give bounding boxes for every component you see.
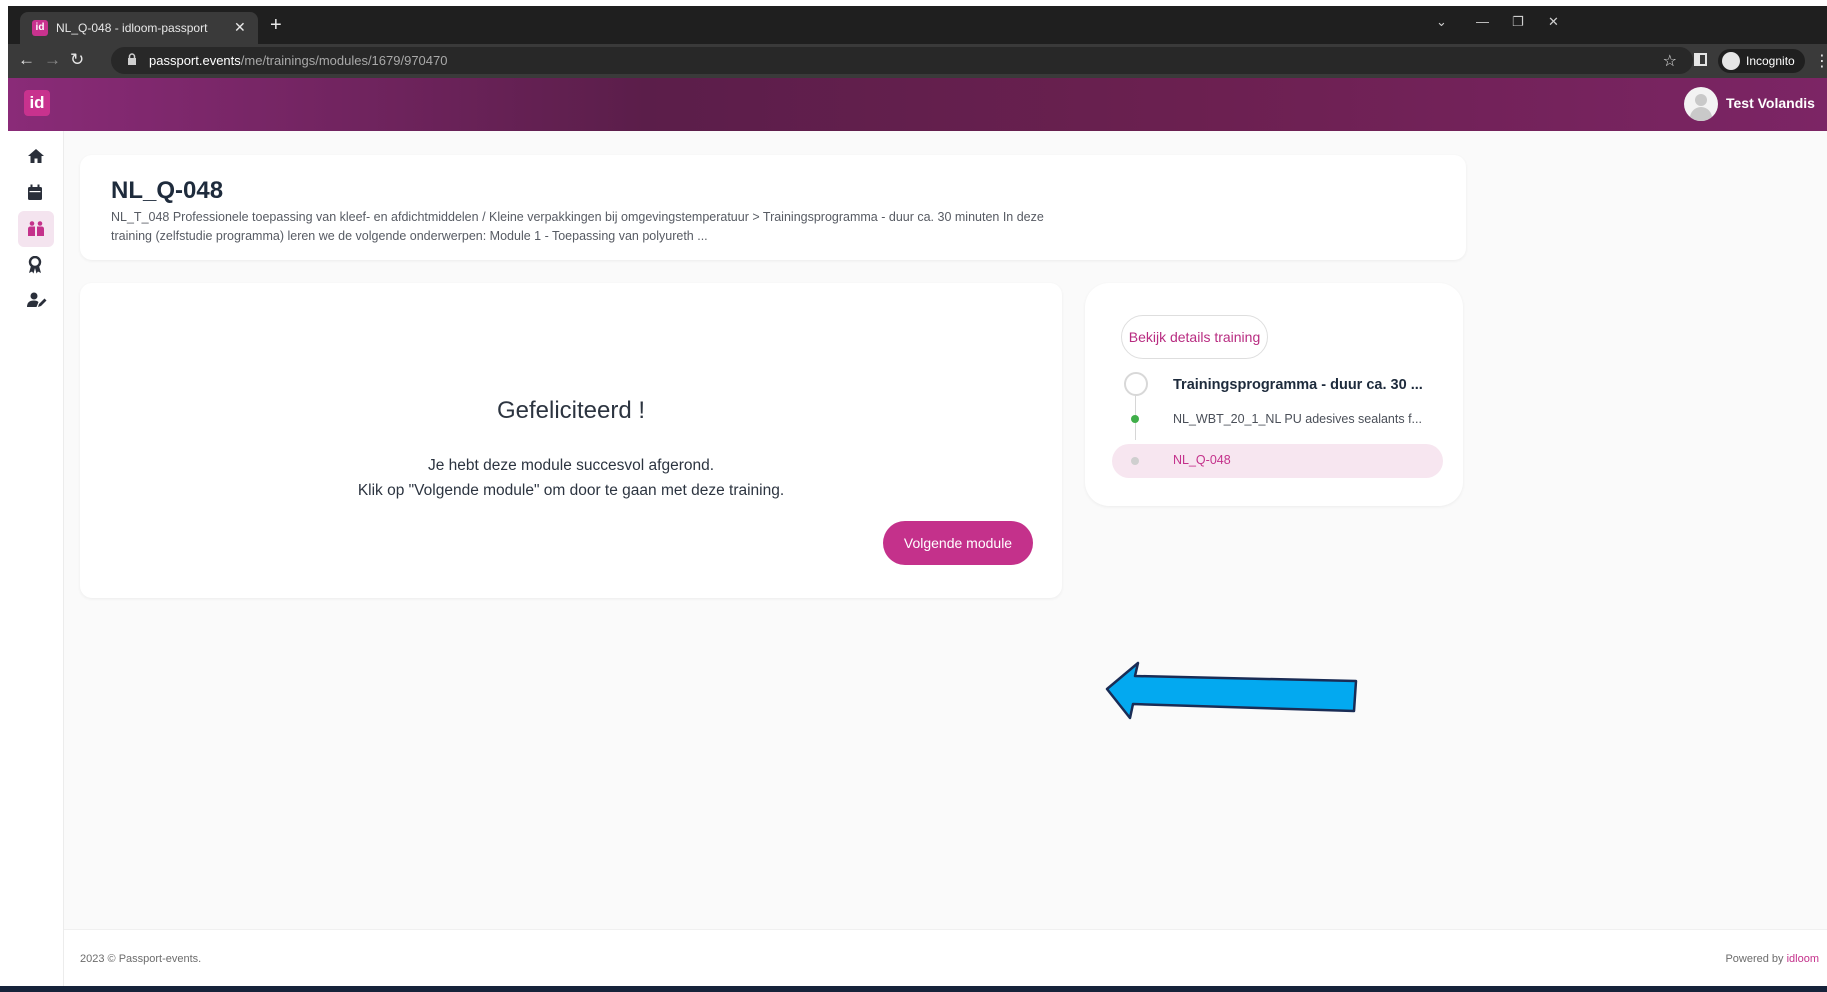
browser-menu-icon[interactable]: ⋮ (1814, 51, 1827, 71)
view-training-details-button[interactable]: Bekijk details training (1121, 315, 1268, 359)
tab-search-icon[interactable]: ⌄ (1436, 14, 1447, 30)
browser-tab[interactable]: id NL_Q-048 - idloom-passport ✕ (20, 12, 258, 44)
powered-by-link[interactable]: idloom (1787, 953, 1819, 965)
bookmark-star-icon[interactable]: ☆ (1663, 51, 1677, 71)
powered-by: Powered by idloom (1725, 953, 1819, 965)
copyright: 2023 © Passport-events. (80, 953, 202, 965)
current-dot-icon (1131, 457, 1139, 465)
module-completion-card: Gefeliciteerd ! Je hebt deze module succ… (80, 283, 1062, 598)
lock-icon (128, 53, 136, 65)
next-module-button[interactable]: Volgende module (883, 521, 1033, 565)
close-tab-icon[interactable]: ✕ (234, 19, 246, 36)
home-icon (28, 149, 44, 163)
avatar-head (1695, 94, 1707, 106)
annotation-arrow-icon (1105, 661, 1358, 720)
page-description: NL_T_048 Professionele toepassing van kl… (111, 210, 1044, 243)
url-path: /me/trainings/modules/1679/970470 (240, 53, 448, 68)
sidebar-item-profile[interactable] (18, 283, 54, 319)
current-module-highlight[interactable] (1112, 444, 1443, 478)
training-progress-card: Bekijk details training Trainingsprogram… (1085, 283, 1463, 506)
calendar-icon (28, 184, 42, 200)
restore-icon[interactable]: ❐ (1512, 14, 1524, 30)
url-text: passport.events/me/trainings/modules/167… (149, 53, 447, 68)
sidebar-item-calendar[interactable] (18, 175, 54, 211)
reload-icon[interactable]: ↻ (70, 51, 84, 69)
incognito-icon (1722, 52, 1740, 70)
favicon-icon: id (32, 20, 48, 36)
address-bar[interactable]: passport.events/me/trainings/modules/167… (111, 47, 1693, 74)
screen: id NL_Q-048 - idloom-passport ✕ + ⌄ — ❐ … (0, 0, 1827, 992)
browser-toolbar: ← → ↻ passport.events/me/trainings/modul… (8, 44, 1827, 78)
main-content: NL_Q-048 NL_T_048 Professionele toepassi… (64, 131, 1827, 929)
powered-by-label: Powered by (1725, 953, 1784, 965)
side-panel-icon[interactable] (1694, 53, 1707, 66)
completion-message: Je hebt deze module succesvol afgerond. (427, 457, 715, 474)
footer: 2023 © Passport-events. Powered by idloo… (64, 929, 1827, 986)
app-logo[interactable]: id (24, 90, 50, 116)
user-name[interactable]: Test Volandis (1726, 95, 1815, 111)
taskbar-edge (0, 986, 1827, 992)
next-instruction: Klik op "Volgende module" om door te gaa… (357, 482, 785, 499)
program-status-icon (1124, 372, 1148, 396)
training-icon (28, 221, 44, 236)
award-icon (28, 256, 42, 274)
back-icon[interactable]: ← (18, 51, 35, 69)
avatar-body (1690, 107, 1712, 121)
avatar[interactable] (1684, 87, 1718, 121)
forward-icon[interactable]: → (44, 51, 61, 69)
tab-title: NL_Q-048 - idloom-passport (56, 21, 208, 35)
sidebar-item-home[interactable] (18, 139, 54, 175)
url-host: passport.events (149, 53, 241, 68)
module-item-current[interactable]: NL_Q-048 (1173, 453, 1231, 467)
app-header: id Test Volandis (8, 78, 1827, 131)
minimize-icon[interactable]: — (1476, 14, 1489, 29)
sidebar-item-trainings[interactable] (18, 211, 54, 247)
close-window-icon[interactable]: ✕ (1548, 14, 1559, 30)
incognito-badge[interactable]: Incognito (1718, 49, 1805, 73)
congrats-heading: Gefeliciteerd ! (496, 397, 646, 424)
sidebar (8, 131, 64, 986)
module-item-completed[interactable]: NL_WBT_20_1_NL PU adesives sealants f... (1173, 412, 1422, 426)
user-edit-icon (27, 292, 47, 307)
incognito-label: Incognito (1746, 54, 1795, 68)
training-header-card: NL_Q-048 NL_T_048 Professionele toepassi… (80, 155, 1466, 260)
completed-dot-icon (1131, 415, 1139, 423)
program-title[interactable]: Trainingsprogramma - duur ca. 30 ... (1173, 377, 1423, 393)
browser-tab-bar: id NL_Q-048 - idloom-passport ✕ + ⌄ — ❐ … (8, 6, 1827, 44)
new-tab-icon[interactable]: + (270, 15, 282, 35)
page-title: NL_Q-048 (111, 177, 224, 204)
sidebar-item-certificates[interactable] (18, 247, 54, 283)
